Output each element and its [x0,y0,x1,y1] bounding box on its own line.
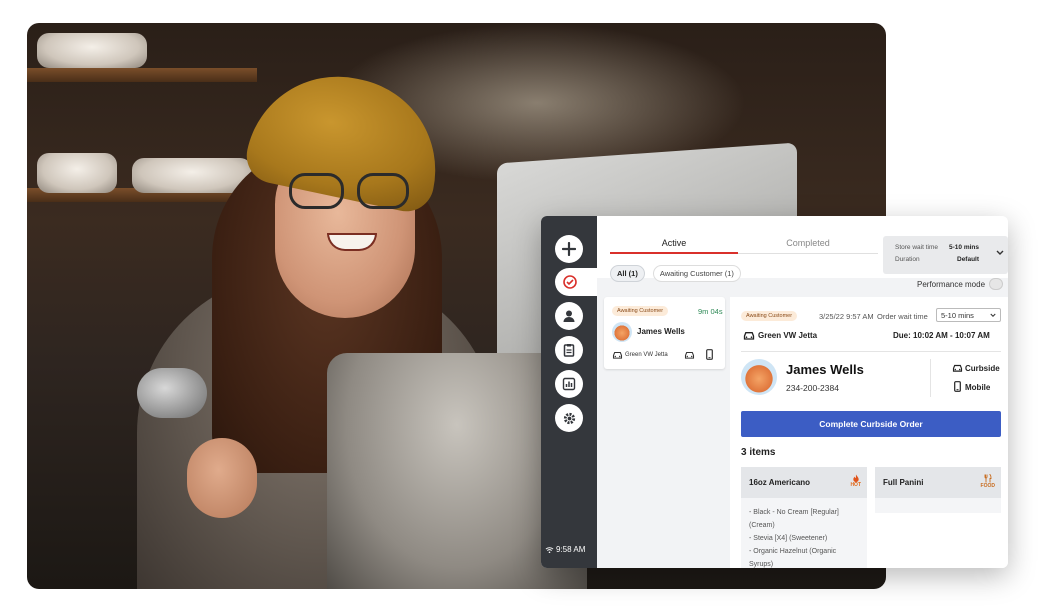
order-wait-select[interactable]: 5-10 mins [936,308,1001,322]
modifier-line: - Organic Hazelnut (Organic [749,548,837,555]
hot-flame-icon: HOT [850,474,861,489]
mobile-phone-icon [954,381,961,392]
detail-header: Awaiting Customer 3/25/22 9:57 AM Order … [730,297,1008,349]
car-icon [612,351,623,359]
filter-pills: All (1) Awaiting Customer (1) [610,265,741,282]
detail-customer-name: James Wells [786,362,864,377]
order-timestamp: 3/25/22 9:57 AM [819,312,874,321]
glasses [289,173,344,209]
avatar [612,322,632,342]
wifi-icon [545,546,554,554]
customer-avatar [741,359,777,395]
stage: 9:58 AM Active Completed Store wait time… [0,0,1040,614]
performance-mode-toggle[interactable] [989,278,1004,290]
app-window: 9:58 AM Active Completed Store wait time… [541,216,1008,568]
item-modifiers: - Black - No Cream [Regular] (Cream) - S… [741,498,867,568]
due-time: Due: 10:02 AM - 10:07 AM [893,331,990,340]
order-detail: Awaiting Customer 3/25/22 9:57 AM Order … [730,297,1008,568]
duration-row: Duration Default [895,256,1008,268]
modifier-line: - Stevia [X4] (Sweetener) [749,535,828,542]
tab-active[interactable]: Active [610,238,738,248]
tab-divider [738,253,878,254]
mobile-phone-icon [706,349,713,360]
modifier-line: Syrups) [749,561,774,568]
tab-active-indicator [610,252,738,254]
customer-icon [562,309,576,323]
cups [37,153,117,193]
filter-awaiting[interactable]: Awaiting Customer (1) [652,265,741,282]
performance-mode: Performance mode [917,278,1004,290]
hand [187,438,257,518]
item-name: Full Panini [883,478,924,487]
order-wait-select-value: 5-10 mins [941,311,974,320]
car-icon [743,331,755,340]
store-wait-label: Store wait time [895,244,938,251]
item-tag-label: HOT [850,482,861,488]
orders-nav-button[interactable] [555,268,599,296]
customers-nav-button[interactable] [555,302,583,330]
settings-nav-button[interactable] [555,404,583,432]
top-bar: Active Completed Store wait time 5-10 mi… [597,216,1008,282]
divider [741,351,1001,352]
pickup-method: Curbside [965,364,1000,373]
chevron-down-icon [996,250,1004,256]
clock: 9:58 AM [545,545,595,554]
item-card[interactable]: 16oz Americano HOT - Black - No Cream [R… [741,467,867,568]
performance-mode-label: Performance mode [917,279,986,289]
shelf-upper [27,68,257,82]
clipboard-icon [562,343,576,357]
reports-nav-button[interactable] [555,370,583,398]
filter-all[interactable]: All (1) [610,265,645,282]
detail-status-badge: Awaiting Customer [741,311,798,321]
glasses [357,173,409,209]
divider-vertical [930,359,931,397]
item-header: 16oz Americano HOT [741,467,867,498]
store-wait-row: Store wait time 5-10 mins [895,244,1008,256]
curbside-car-icon [684,351,695,359]
item-name: 16oz Americano [749,478,811,487]
complete-curbside-order-button[interactable]: Complete Curbside Order [741,411,1001,437]
curbside-car-icon [952,364,963,372]
order-list-card[interactable]: Awaiting Customer 9m 04s James Wells Gre… [604,297,725,369]
order-channel: Mobile [965,383,991,392]
vehicle: Green VW Jetta [625,352,668,358]
store-wait-dropdown[interactable]: Store wait time 5-10 mins Duration Defau… [883,236,1008,274]
tab-completed[interactable]: Completed [738,238,878,248]
settings-gear-icon [562,411,577,426]
report-chart-icon [562,377,576,391]
cups [132,158,252,193]
new-order-button[interactable] [555,235,583,263]
item-card[interactable]: Full Panini FOOD [875,467,1001,513]
cups [37,33,147,68]
portafilter [137,368,207,418]
clock-time: 9:58 AM [556,545,586,554]
menu-nav-button[interactable] [555,336,583,364]
plus-icon [562,242,576,256]
detail-vehicle: Green VW Jetta [758,331,818,340]
sidebar-rail: 9:58 AM [541,216,599,568]
elapsed-time: 9m 04s [698,307,723,316]
duration-label: Duration [895,256,920,263]
modifier-line: (Cream) [749,522,775,529]
customer-name: James Wells [637,327,685,336]
orders-check-icon [562,274,578,290]
food-utensils-icon: FOOD [981,474,995,490]
modifier-line: - Black - No Cream [Regular] [749,509,839,516]
customer-phone: 234-200-2384 [786,383,839,393]
status-badge: Awaiting Customer [612,306,669,316]
order-wait-label: Order wait time [877,312,928,321]
chevron-down-icon [990,313,996,318]
main-content: Active Completed Store wait time 5-10 mi… [597,216,1008,568]
duration-value: Default [957,256,980,263]
item-tag-label: FOOD [980,483,995,489]
store-wait-value: 5-10 mins [949,244,979,251]
items-count: 3 items [741,447,776,458]
item-header: Full Panini FOOD [875,467,1001,498]
